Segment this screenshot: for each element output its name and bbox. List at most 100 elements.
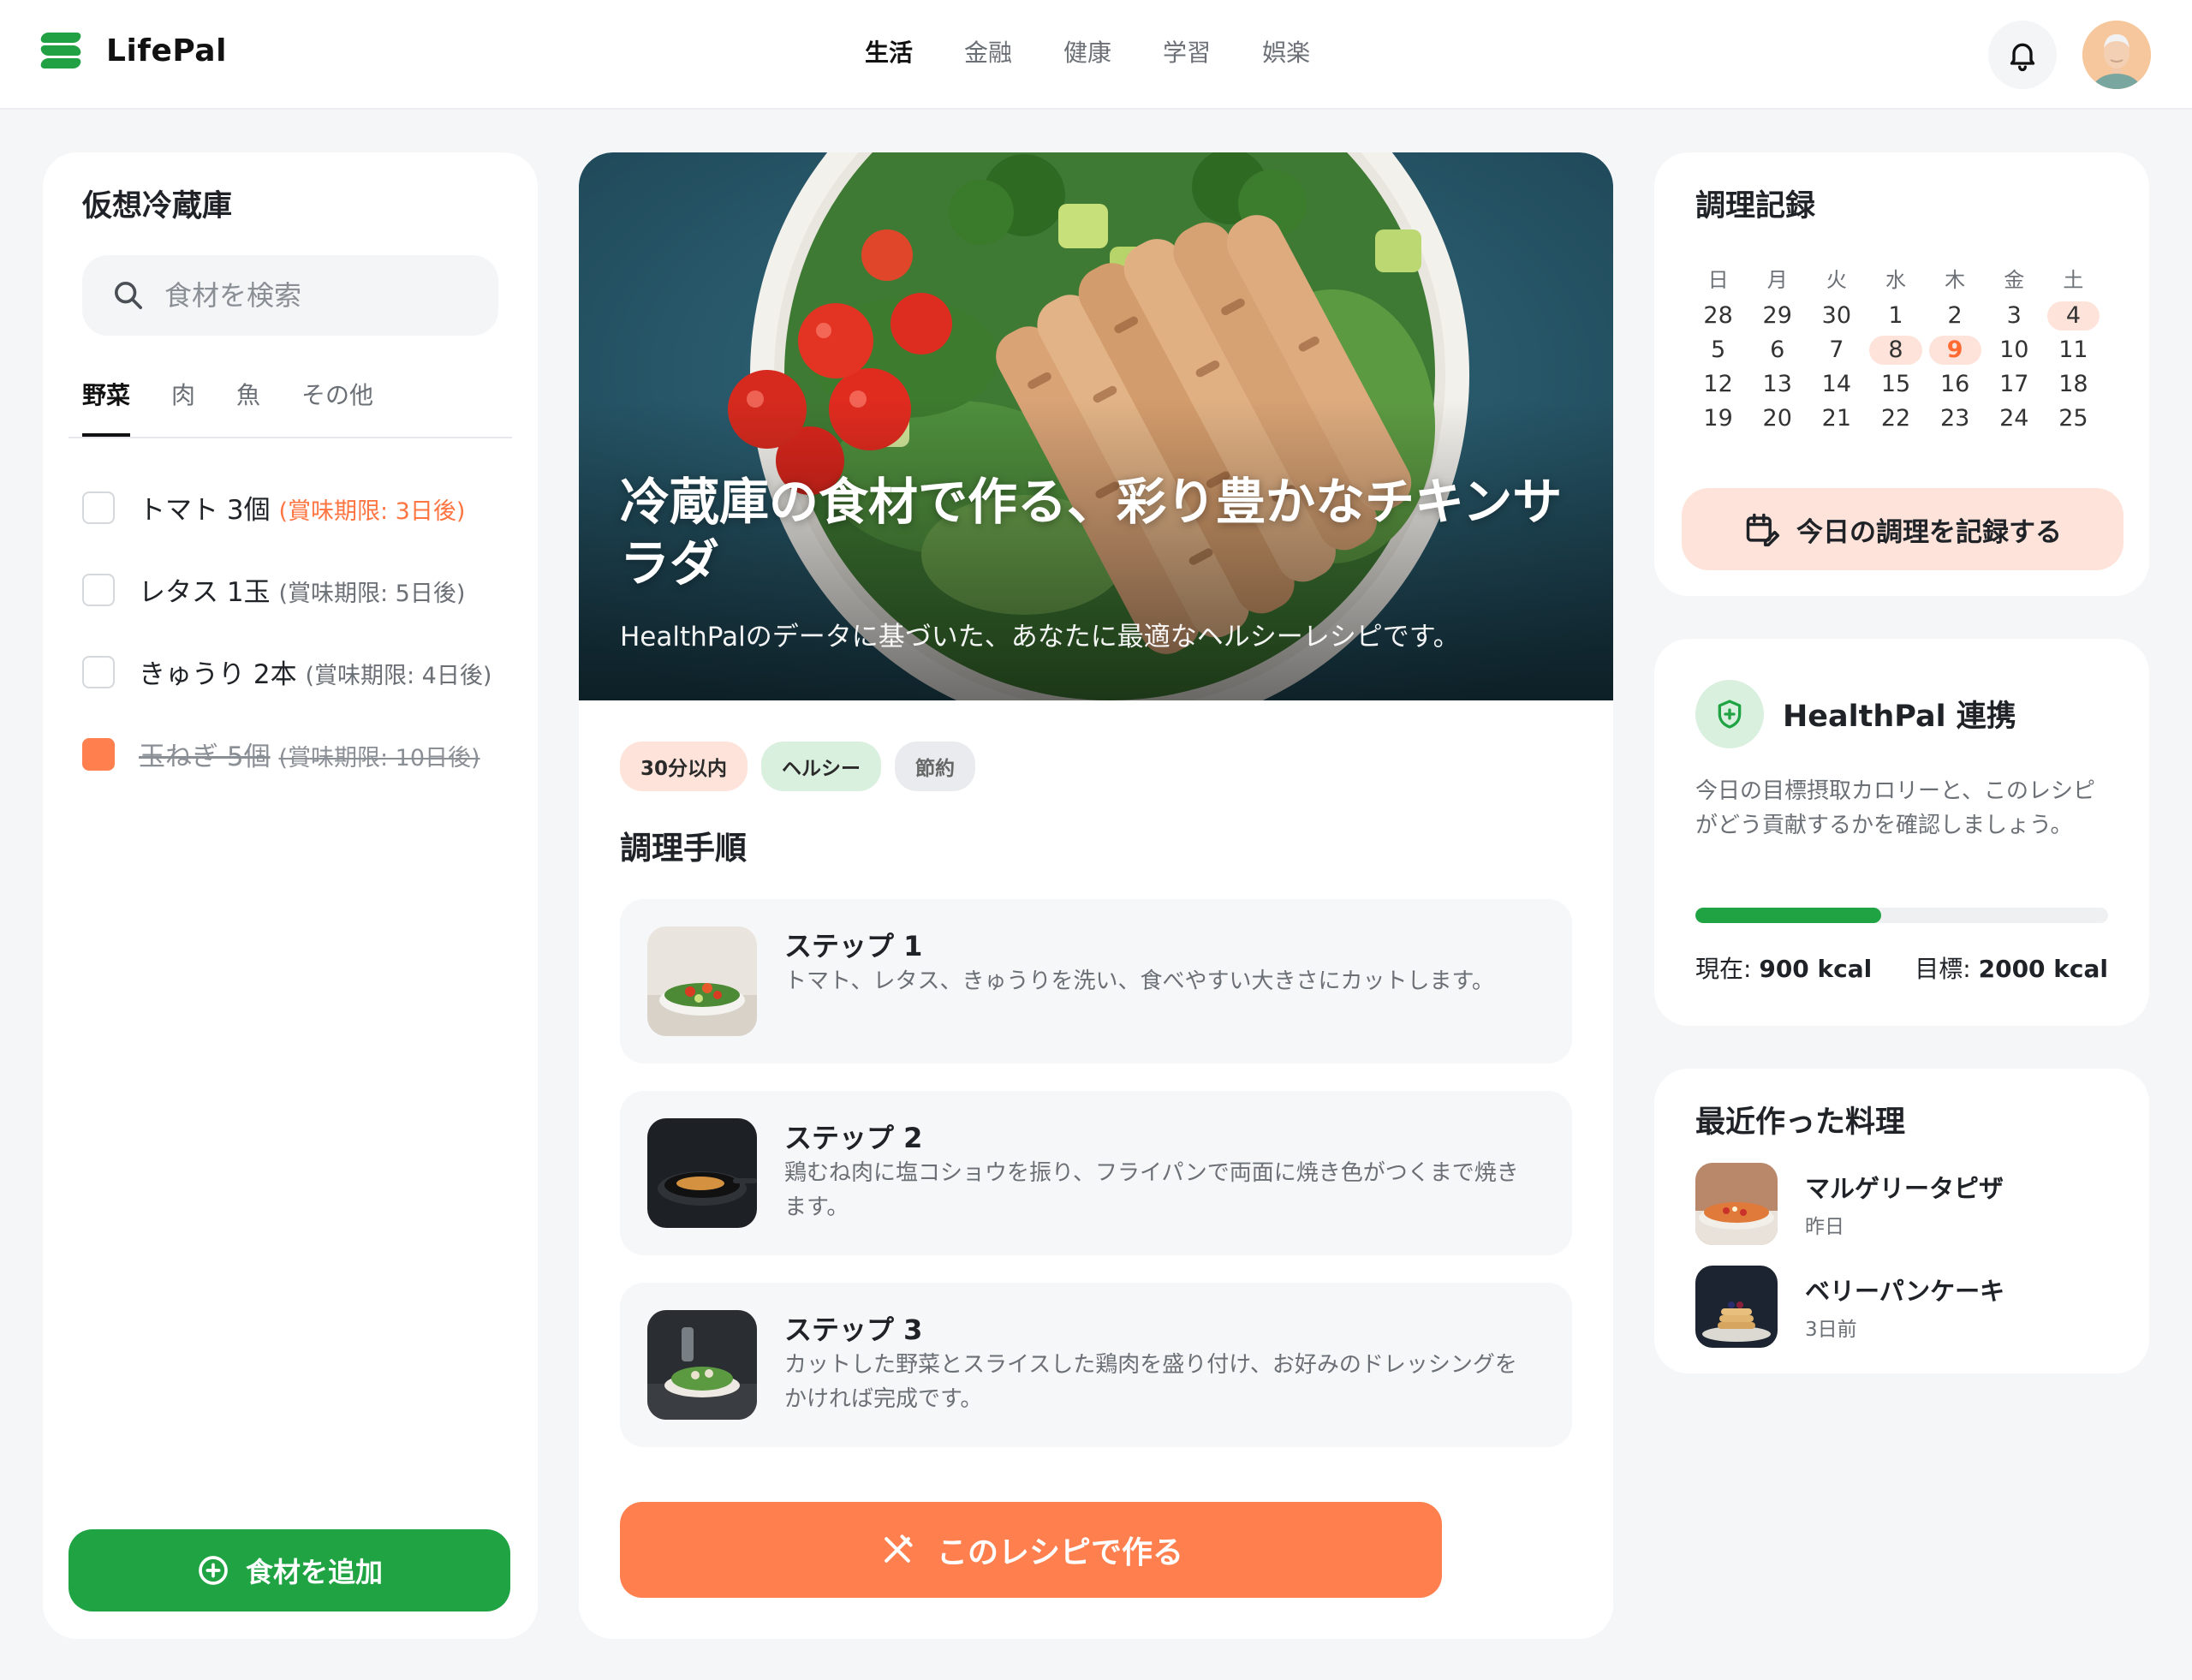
category-tabs: 野菜 肉 魚 その他	[82, 377, 373, 438]
record-today-button[interactable]: 今日の調理を記録する	[1682, 488, 2124, 570]
ingredient-label: きゅうり 2本	[139, 659, 297, 690]
calendar-day[interactable]: 13	[1751, 370, 1803, 399]
ingredient-checkbox[interactable]	[82, 655, 115, 688]
record-today-label: 今日の調理を記録する	[1796, 516, 2062, 548]
recent-dishes-panel: 最近作った料理 マルゲリータピザ 昨日 ベリーパンケーキ 3日前	[1654, 1069, 2149, 1373]
cooking-log-title: 調理記録	[1695, 189, 1816, 223]
calendar-day[interactable]: 29	[1751, 301, 1803, 331]
calendar-day[interactable]: 22	[1869, 404, 1921, 433]
calendar-day[interactable]: 30	[1810, 301, 1862, 331]
healthpal-title: HealthPal 連携	[1783, 700, 2016, 734]
ingredient-item-lettuce[interactable]: レタス 1玉 (賞味期限: 5日後)	[82, 570, 465, 609]
recent-dish-item[interactable]: ベリーパンケーキ 3日前	[1695, 1266, 2004, 1348]
calendar-day[interactable]: 16	[1929, 370, 1981, 399]
calendar-day[interactable]: 5	[1692, 336, 1744, 365]
recent-dish-date: 昨日	[1805, 1216, 1844, 1238]
calendar-day[interactable]: 10	[1988, 336, 2040, 365]
tag-healthy: ヘルシー	[761, 742, 882, 791]
calendar-edit-icon	[1746, 513, 1780, 547]
step-title: ステップ 1	[784, 930, 923, 962]
step-title: ステップ 3	[784, 1314, 923, 1346]
current-calories-value: 900 kcal	[1759, 955, 1873, 983]
tab-vegetables[interactable]: 野菜	[82, 377, 131, 438]
calendar-day[interactable]: 4	[2046, 301, 2100, 331]
ingredient-checkbox-checked[interactable]	[82, 737, 115, 771]
nav-item-life[interactable]: 生活	[865, 34, 913, 69]
goal-calories: 目標: 2000 kcal	[1915, 950, 2108, 985]
calendar-day[interactable]: 7	[1810, 336, 1862, 365]
ingredient-search[interactable]	[82, 255, 498, 336]
expiry-label: (賞味期限: 10日後)	[278, 745, 480, 771]
ingredient-search-input[interactable]	[164, 279, 473, 312]
recent-dish-name: マルゲリータピザ	[1805, 1174, 2004, 1203]
step-card: ステップ 2 鶏むね肉に塩コショウを振り、フライパンで両面に焼き色がつくまで焼き…	[620, 1091, 1572, 1255]
calendar-day[interactable]: 11	[2047, 336, 2100, 365]
calendar-day[interactable]: 12	[1692, 370, 1744, 399]
recent-dish-item[interactable]: マルゲリータピザ 昨日	[1695, 1163, 2004, 1245]
plus-circle-icon	[199, 1556, 228, 1585]
calorie-progress-bar	[1695, 908, 2108, 923]
add-ingredient-button[interactable]: 食材を追加	[68, 1529, 510, 1611]
step-description: トマト、レタス、きゅうりを洗い、食べやすい大きさにカットします。	[784, 968, 1494, 994]
expiry-label: (賞味期限: 5日後)	[278, 581, 466, 607]
calendar-day[interactable]: 3	[1988, 301, 2040, 331]
calendar-day[interactable]: 23	[1929, 404, 1981, 433]
recent-dish-thumbnail	[1695, 1163, 1778, 1245]
calendar-day[interactable]: 24	[1988, 404, 2040, 433]
ingredient-label: トマト 3個	[139, 495, 271, 526]
calendar-day[interactable]: 1	[1869, 301, 1921, 331]
calendar-day[interactable]: 18	[2047, 370, 2100, 399]
nav-item-health[interactable]: 健康	[1063, 34, 1111, 69]
ingredient-item-onion[interactable]: 玉ねぎ 5個 (賞味期限: 10日後)	[82, 735, 480, 773]
current-calories: 現在: 900 kcal	[1695, 950, 1872, 985]
nav-item-finance[interactable]: 金融	[964, 34, 1012, 69]
calendar-grid: 日月火水木金土 28 29 30 1 2 3 4 5 6 7 8 9 10 11 12 13 14 15 16 17 18…	[1689, 264, 2103, 433]
calendar-day[interactable]: 21	[1810, 404, 1862, 433]
goal-calories-label: 目標:	[1915, 955, 1971, 983]
step-description: 鶏むね肉に塩コショウを振り、フライパンで両面に焼き色がつくまで焼きます。	[784, 1160, 1519, 1220]
fridge-title: 仮想冷蔵庫	[82, 189, 233, 223]
user-avatar[interactable]	[2082, 21, 2151, 89]
expiry-label: (賞味期限: 3日後)	[278, 498, 466, 525]
calendar-day[interactable]: 2	[1929, 301, 1981, 331]
nav-item-entertainment[interactable]: 娯楽	[1262, 34, 1310, 69]
calendar-day[interactable]: 17	[1988, 370, 2040, 399]
nav-item-learning[interactable]: 学習	[1163, 34, 1211, 69]
ingredient-item-cucumber[interactable]: きゅうり 2本 (賞味期限: 4日後)	[82, 652, 491, 691]
recent-dish-thumbnail	[1695, 1266, 1778, 1348]
cook-this-recipe-button[interactable]: このレシピで作る	[620, 1502, 1442, 1598]
tag-budget: 節約	[895, 742, 976, 791]
ingredient-checkbox[interactable]	[82, 573, 115, 606]
step-thumbnail	[647, 1118, 757, 1228]
calendar-day[interactable]: 15	[1869, 370, 1921, 399]
tab-meat[interactable]: 肉	[171, 377, 195, 438]
tab-fish[interactable]: 魚	[236, 377, 260, 438]
top-bar: LifePal 生活 金融 健康 学習 娯楽	[0, 0, 2192, 110]
weekday-header: 水	[1885, 268, 1906, 292]
calendar-day[interactable]: 25	[2047, 404, 2100, 433]
tab-other[interactable]: その他	[301, 377, 373, 438]
calendar-day[interactable]: 20	[1751, 404, 1803, 433]
steps-heading: 調理手順	[620, 830, 747, 867]
calendar-day[interactable]: 8	[1869, 336, 1922, 365]
calendar-day[interactable]: 9	[1928, 336, 1981, 365]
app-name: LifePal	[106, 33, 227, 69]
cook-button-label: このレシピで作る	[936, 1535, 1183, 1570]
step-title: ステップ 2	[784, 1122, 923, 1154]
calendar-day[interactable]: 6	[1751, 336, 1803, 365]
virtual-fridge-panel: 仮想冷蔵庫 野菜 肉 魚 その他 トマト 3個 (賞味期限: 3日後) レタス …	[43, 152, 538, 1639]
calendar-day[interactable]: 19	[1692, 404, 1744, 433]
calendar-day[interactable]: 14	[1810, 370, 1862, 399]
notifications-button[interactable]	[1988, 21, 2057, 89]
ingredient-checkbox[interactable]	[82, 491, 115, 524]
calendar-day[interactable]: 28	[1692, 301, 1744, 331]
ingredient-item-tomato[interactable]: トマト 3個 (賞味期限: 3日後)	[82, 488, 465, 527]
tab-divider	[68, 437, 512, 438]
step-thumbnail	[647, 1310, 757, 1420]
brand[interactable]: LifePal	[39, 31, 227, 70]
recent-dish-name: ベリーパンケーキ	[1805, 1277, 2005, 1306]
step-description: カットした野菜とスライスした鶏肉を盛り付け、お好みのドレッシングをかければ完成で…	[784, 1352, 1517, 1412]
main-nav: 生活 金融 健康 学習 娯楽	[865, 34, 1310, 69]
recipe-subtitle: HealthPalのデータに基づいた、あなたに最適なヘルシーレシピです。	[620, 622, 1460, 652]
weekday-header: 火	[1826, 268, 1847, 292]
